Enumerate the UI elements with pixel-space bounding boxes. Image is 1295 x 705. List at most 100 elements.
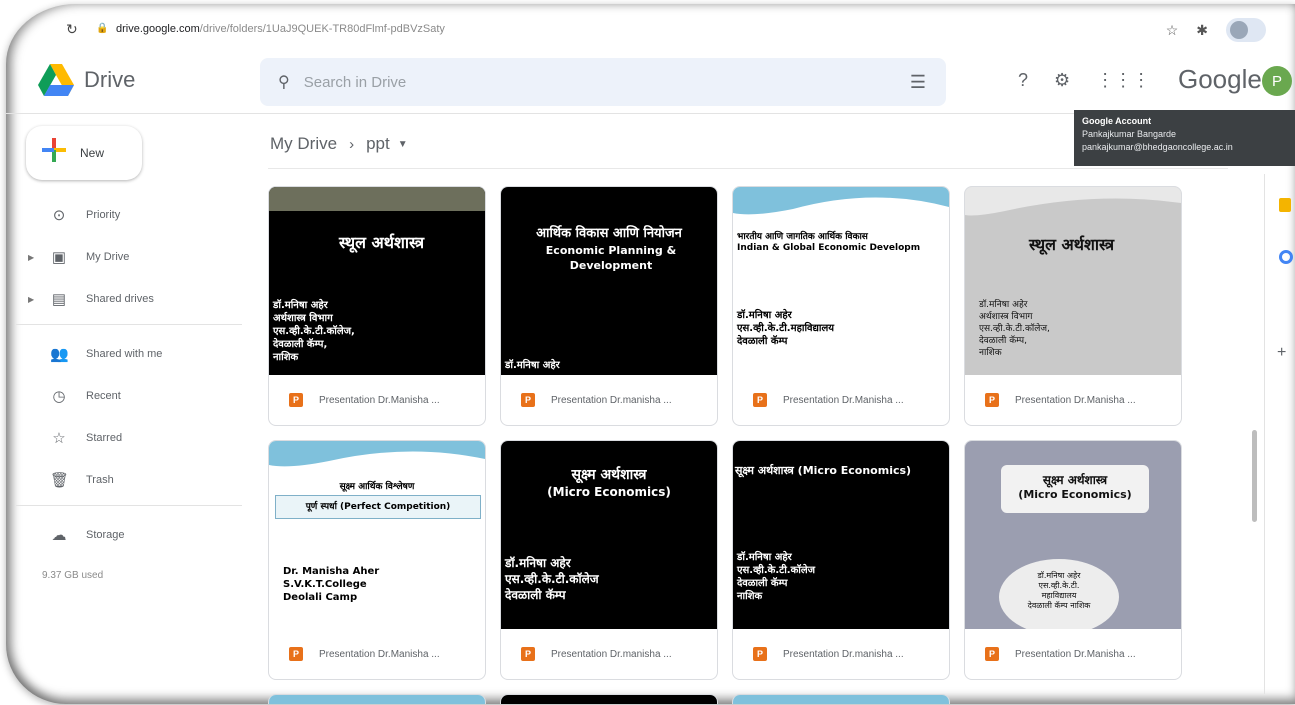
- expand-caret-icon[interactable]: ▶: [28, 253, 34, 262]
- file-card-partial[interactable]: [500, 694, 718, 704]
- sidebar-item-starred[interactable]: ☆ Starred: [6, 417, 246, 459]
- slide-line: डॉ.मनिषा अहेर: [737, 310, 792, 321]
- expand-caret-icon[interactable]: ▶: [28, 295, 34, 304]
- sidebar-item-shared-drives[interactable]: ▶ ▤ Shared drives: [6, 278, 246, 320]
- file-card[interactable]: सूक्ष्म आर्थिक विश्लेषण पूर्ण स्पर्धा (P…: [268, 440, 486, 680]
- file-footer: P Presentation Dr.manisha ...: [501, 375, 717, 425]
- shared-drives-icon: ▤: [51, 291, 67, 308]
- help-icon[interactable]: ?: [1018, 70, 1028, 91]
- file-card[interactable]: सूक्ष्म अर्थशास्त्र (Micro Economics) डॉ…: [964, 440, 1182, 680]
- browser-profile-chip[interactable]: [1226, 18, 1266, 42]
- file-card[interactable]: आर्थिक विकास आणि नियोजन Economic Plannin…: [500, 186, 718, 426]
- screen-frame: ↻ 🔒 drive.google.com /drive/folders/1UaJ…: [6, 4, 1295, 704]
- file-card-partial[interactable]: [732, 694, 950, 704]
- breadcrumb-my-drive[interactable]: My Drive: [270, 134, 337, 154]
- sidebar-item-priority[interactable]: ⊙ Priority: [6, 194, 246, 236]
- drive-logo[interactable]: Drive: [38, 64, 135, 96]
- file-card[interactable]: सूक्ष्म अर्थशास्त्र (Micro Economics) डॉ…: [500, 440, 718, 680]
- slide-line: S.V.K.T.College: [283, 579, 367, 590]
- powerpoint-icon: P: [753, 647, 767, 661]
- browser-actions: ☆ ✱: [1166, 18, 1266, 42]
- chevron-right-icon: ›: [349, 135, 355, 153]
- powerpoint-icon: P: [289, 393, 303, 407]
- sidebar-item-my-drive[interactable]: ▶ ▣ My Drive: [6, 236, 246, 278]
- add-addon-icon[interactable]: +: [1277, 344, 1286, 362]
- account-tooltip: Google Account Pankajkumar Bangarde pank…: [1074, 110, 1295, 166]
- slide-line: देवळाली कॅम्प: [505, 588, 566, 602]
- slide-subtitle: पूर्ण स्पर्धा (Perfect Competition): [275, 495, 481, 519]
- sidebar-item-shared-with-me[interactable]: 👥 Shared with me: [6, 333, 246, 375]
- reload-icon[interactable]: ↻: [66, 21, 82, 37]
- slide-line: एस.व्ही.के.टी.महाविद्यालय: [737, 323, 835, 334]
- sidebar-item-label: Shared drives: [86, 293, 154, 305]
- sidebar-divider: [16, 505, 242, 506]
- file-footer: P Presentation Dr.Manisha ...: [965, 375, 1181, 425]
- search-bar[interactable]: ⚲ Search in Drive ☰: [260, 58, 946, 106]
- chevron-down-icon[interactable]: ▼: [398, 139, 408, 150]
- content-divider: [268, 168, 1228, 169]
- lock-icon[interactable]: 🔒: [96, 23, 108, 35]
- search-input[interactable]: Search in Drive: [304, 74, 407, 91]
- thumbnail-header-bar: [269, 187, 485, 211]
- slide-line: डॉ.मनिषा अहेर: [1037, 571, 1081, 580]
- sidebar-item-label: Starred: [86, 432, 123, 444]
- search-options-icon[interactable]: ☰: [910, 72, 926, 93]
- file-footer: P Presentation Dr.Manisha ...: [733, 375, 949, 425]
- slide-subtitle: Economic Planning & Development: [545, 244, 677, 272]
- file-card[interactable]: स्थूल अर्थशास्त्र डॉ.मनिषा अहेर अर्थशास्…: [268, 186, 486, 426]
- sidebar-item-label: Storage: [86, 529, 125, 541]
- sidebar-divider: [16, 324, 242, 325]
- address-bar[interactable]: ↻ 🔒 drive.google.com /drive/folders/1UaJ…: [66, 14, 1266, 44]
- slide-line: देवळाली कॅम्प: [737, 578, 788, 589]
- sidebar-item-recent[interactable]: ◷ Recent: [6, 375, 246, 417]
- slide-line: एस.व्ही.के.टी.कॉलेज,: [273, 326, 355, 337]
- people-icon: 👥: [50, 346, 69, 363]
- slide-line: नाशिक: [979, 348, 1002, 358]
- slide-line: देवळाली कॅम्प नाशिक: [1027, 601, 1091, 610]
- sidebar-item-storage[interactable]: ☁ Storage: [6, 514, 246, 556]
- clock-icon: ◷: [52, 388, 66, 405]
- powerpoint-icon: P: [985, 647, 999, 661]
- file-card-partial[interactable]: [268, 694, 486, 704]
- search-icon[interactable]: ⚲: [278, 72, 290, 92]
- bookmark-star-icon[interactable]: ☆: [1166, 22, 1179, 39]
- powerpoint-icon: P: [521, 393, 535, 407]
- tasks-icon[interactable]: [1279, 250, 1293, 264]
- wave-decoration: [733, 695, 949, 704]
- cloud-icon: ☁: [51, 527, 67, 544]
- title-box: सूक्ष्म अर्थशास्त्र (Micro Economics): [1001, 465, 1149, 513]
- sidebar-item-label: Priority: [86, 209, 121, 221]
- my-drive-icon: ▣: [51, 249, 67, 266]
- slide-title: सूक्ष्म अर्थशास्त्र: [1042, 473, 1108, 487]
- file-card[interactable]: स्थूल अर्थशास्त्र डॉ.मनिषा अहेर अर्थशास्…: [964, 186, 1182, 426]
- slide-subtitle: (Micro Economics): [547, 485, 671, 499]
- side-panel-rail: +: [1264, 174, 1295, 694]
- slide-line: एस.व्ही.के.टी.कॉलेज,: [979, 324, 1050, 334]
- file-footer: P Presentation Dr.manisha ...: [733, 629, 949, 679]
- powerpoint-icon: P: [753, 393, 767, 407]
- new-button[interactable]: New: [26, 126, 142, 180]
- slide-line: नाशिक: [273, 352, 299, 363]
- wave-decoration: [965, 187, 1181, 216]
- file-name: Presentation Dr.Manisha ...: [783, 394, 904, 406]
- file-card[interactable]: भारतीय आणि जागतिक आर्थिक विकास Indian & …: [732, 186, 950, 426]
- account-avatar[interactable]: P: [1262, 66, 1292, 96]
- keep-icon[interactable]: [1279, 198, 1291, 212]
- extensions-icon[interactable]: ✱: [1196, 22, 1208, 39]
- apps-grid-icon[interactable]: ⋮⋮⋮: [1096, 70, 1150, 91]
- slide-lines: डॉ.मनिषा अहेर एस.व्ही.के.टी.महाविद्यालय …: [737, 309, 834, 348]
- wave-decoration: [269, 441, 485, 467]
- google-logo[interactable]: Google: [1178, 64, 1262, 95]
- slide-title: भारतीय आणि जागतिक आर्थिक विकास: [737, 232, 868, 242]
- breadcrumb-current-folder[interactable]: ppt: [366, 134, 390, 154]
- settings-icon[interactable]: ⚙: [1054, 70, 1070, 91]
- file-card[interactable]: सूक्ष्म अर्थशास्त्र (Micro Economics) डॉ…: [732, 440, 950, 680]
- file-footer: P Presentation Dr.Manisha ...: [965, 629, 1181, 679]
- scrollbar-thumb[interactable]: [1252, 430, 1257, 522]
- file-footer: P Presentation Dr.manisha ...: [501, 629, 717, 679]
- star-icon: ☆: [52, 430, 66, 447]
- slide-line: एस.व्ही.के.टी.कॉलेज: [737, 565, 816, 576]
- file-name: Presentation Dr.manisha ...: [551, 394, 672, 406]
- sidebar-item-trash[interactable]: 🗑 Trash: [6, 459, 246, 501]
- slide-lines: डॉ.मनिषा अहेर एस.व्ही.के.टी.कॉलेज देवळाल…: [737, 551, 815, 603]
